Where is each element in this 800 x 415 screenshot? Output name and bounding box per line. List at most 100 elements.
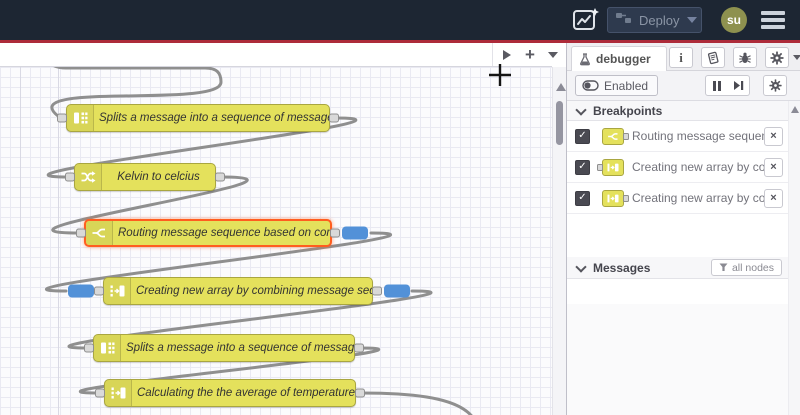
node-label: Kelvin to celcius <box>117 171 200 183</box>
sidebar-options-chevron-icon[interactable] <box>793 55 800 60</box>
tab-debugger[interactable]: debugger <box>571 46 667 71</box>
join-node-icon <box>597 158 626 176</box>
breakpoints-title: Breakpoints <box>593 103 663 118</box>
breakpoint-indicator[interactable] <box>384 284 410 298</box>
scroll-up-arrow-icon[interactable] <box>791 106 799 113</box>
sidebar-scrollbar[interactable] <box>788 101 800 415</box>
switch-icon <box>86 221 113 245</box>
deploy-node-icon <box>616 11 632 29</box>
split-icon <box>67 105 94 131</box>
output-port[interactable] <box>372 286 382 296</box>
flow-chart-sparkle-icon[interactable] <box>572 7 600 38</box>
join-icon <box>104 278 131 304</box>
filter-funnel-icon <box>719 263 728 271</box>
node-label: Routing message sequence based on condit… <box>118 227 330 239</box>
flow-node-split[interactable]: Splits a message into a sequence of mess… <box>84 334 364 362</box>
info-button[interactable]: i <box>669 47 693 68</box>
flow-node-join[interactable]: Creating new array by combining message … <box>68 277 410 305</box>
flow-node-change[interactable]: Kelvin to celcius <box>65 163 225 191</box>
pause-button[interactable] <box>705 75 728 96</box>
breakpoint-checkbox[interactable]: ✓ <box>575 190 590 206</box>
input-port[interactable] <box>65 172 75 182</box>
breakpoint-label: Creating new array by combining message … <box>632 191 764 205</box>
breakpoint-label: Creating new array by combining message … <box>632 160 764 174</box>
messages-empty-list <box>567 279 789 305</box>
step-forward-icon <box>733 81 743 90</box>
debug-bug-button[interactable] <box>733 47 757 68</box>
breakpoints-section-header[interactable]: Breakpoints <box>567 101 800 121</box>
output-port[interactable] <box>215 172 225 182</box>
breakpoint-checkbox[interactable]: ✓ <box>575 159 590 175</box>
workspace-tab-strip: + <box>0 43 558 67</box>
scroll-tabs-right-icon[interactable] <box>496 43 518 66</box>
flow-list-chevron-icon[interactable] <box>542 43 564 66</box>
debugger-toolbar: Enabled <box>567 71 800 101</box>
chevron-down-icon <box>575 103 587 116</box>
filter-label: all nodes <box>731 261 774 274</box>
input-port[interactable] <box>76 228 86 238</box>
remove-breakpoint-button[interactable]: × <box>764 126 783 146</box>
settings-button[interactable] <box>765 47 789 68</box>
output-port[interactable] <box>330 228 340 238</box>
input-port[interactable] <box>95 388 105 398</box>
debug-sidebar: debugger i Enabled Breakpoints ✓ Routing… <box>566 43 800 415</box>
pause-icon <box>712 80 716 91</box>
output-port[interactable] <box>329 113 339 123</box>
deploy-options-chevron-icon[interactable] <box>687 17 698 23</box>
flow-node-join[interactable]: Calculating the the average of temperatu… <box>95 379 365 407</box>
wire[interactable] <box>359 391 474 415</box>
messages-title: Messages <box>593 260 651 275</box>
breakpoint-row: ✓ Creating new array by combining messag… <box>567 152 789 183</box>
input-port[interactable] <box>84 343 94 353</box>
plus-icon: + <box>525 45 535 64</box>
book-icon <box>707 51 719 64</box>
debugger-enabled-toggle[interactable]: Enabled <box>575 75 659 96</box>
flow-canvas[interactable]: Splits a message into a sequence of mess… <box>0 67 552 415</box>
join-node-icon <box>600 189 629 207</box>
bug-icon <box>739 52 751 63</box>
switch-node-icon <box>600 127 629 145</box>
gear-icon <box>768 79 782 92</box>
output-port[interactable] <box>355 388 365 398</box>
input-port[interactable] <box>94 286 104 296</box>
deploy-label: Deploy <box>639 12 680 28</box>
help-book-button[interactable] <box>701 47 725 68</box>
step-button[interactable] <box>727 75 750 96</box>
debugger-settings-button[interactable] <box>763 75 787 96</box>
node-label: Splits a message into a sequence of mess… <box>126 342 354 354</box>
sidebar-background <box>567 304 789 415</box>
shuffle-icon <box>75 164 102 190</box>
main-menu-icon[interactable] <box>761 11 785 29</box>
flask-icon <box>580 52 590 65</box>
output-port[interactable] <box>354 343 364 353</box>
remove-breakpoint-button[interactable]: × <box>764 188 783 208</box>
breakpoint-indicator[interactable] <box>342 226 368 240</box>
tabstrip-divider <box>492 43 493 66</box>
user-avatar[interactable]: su <box>721 7 747 33</box>
node-label: Creating new array by combining message … <box>136 285 372 297</box>
node-label: Calculating the the average of temperatu… <box>137 387 355 399</box>
breakpoint-row: ✓ Routing message sequence based on cond… <box>567 121 789 152</box>
input-port[interactable] <box>57 113 67 123</box>
app-header: Deploy su <box>0 0 800 40</box>
split-icon <box>94 335 121 361</box>
sidebar-tab-row: debugger i <box>567 43 800 71</box>
flow-node-split[interactable]: Splits a message into a sequence of mess… <box>57 104 339 132</box>
deploy-button[interactable]: Deploy <box>607 7 702 33</box>
breakpoint-label: Routing message sequence based on condit… <box>632 129 764 143</box>
info-icon: i <box>679 49 683 65</box>
scroll-up-arrow-icon[interactable] <box>556 83 566 91</box>
canvas-scrollbar[interactable] <box>552 67 566 415</box>
breakpoint-indicator[interactable] <box>68 284 94 298</box>
breakpoint-checkbox[interactable]: ✓ <box>575 128 590 144</box>
messages-section-header[interactable]: Messages all nodes <box>567 257 800 279</box>
scrollbar-thumb[interactable] <box>556 101 563 145</box>
chevron-down-icon <box>575 260 587 273</box>
enabled-label: Enabled <box>604 78 649 93</box>
add-flow-button[interactable]: + <box>519 43 541 66</box>
message-filter-button[interactable]: all nodes <box>710 259 782 276</box>
remove-breakpoint-button[interactable]: × <box>764 157 783 177</box>
node-label: Splits a message into a sequence of mess… <box>99 112 329 124</box>
gear-icon <box>770 50 784 65</box>
flow-node-switch[interactable]: Routing message sequence based on condit… <box>76 219 368 247</box>
